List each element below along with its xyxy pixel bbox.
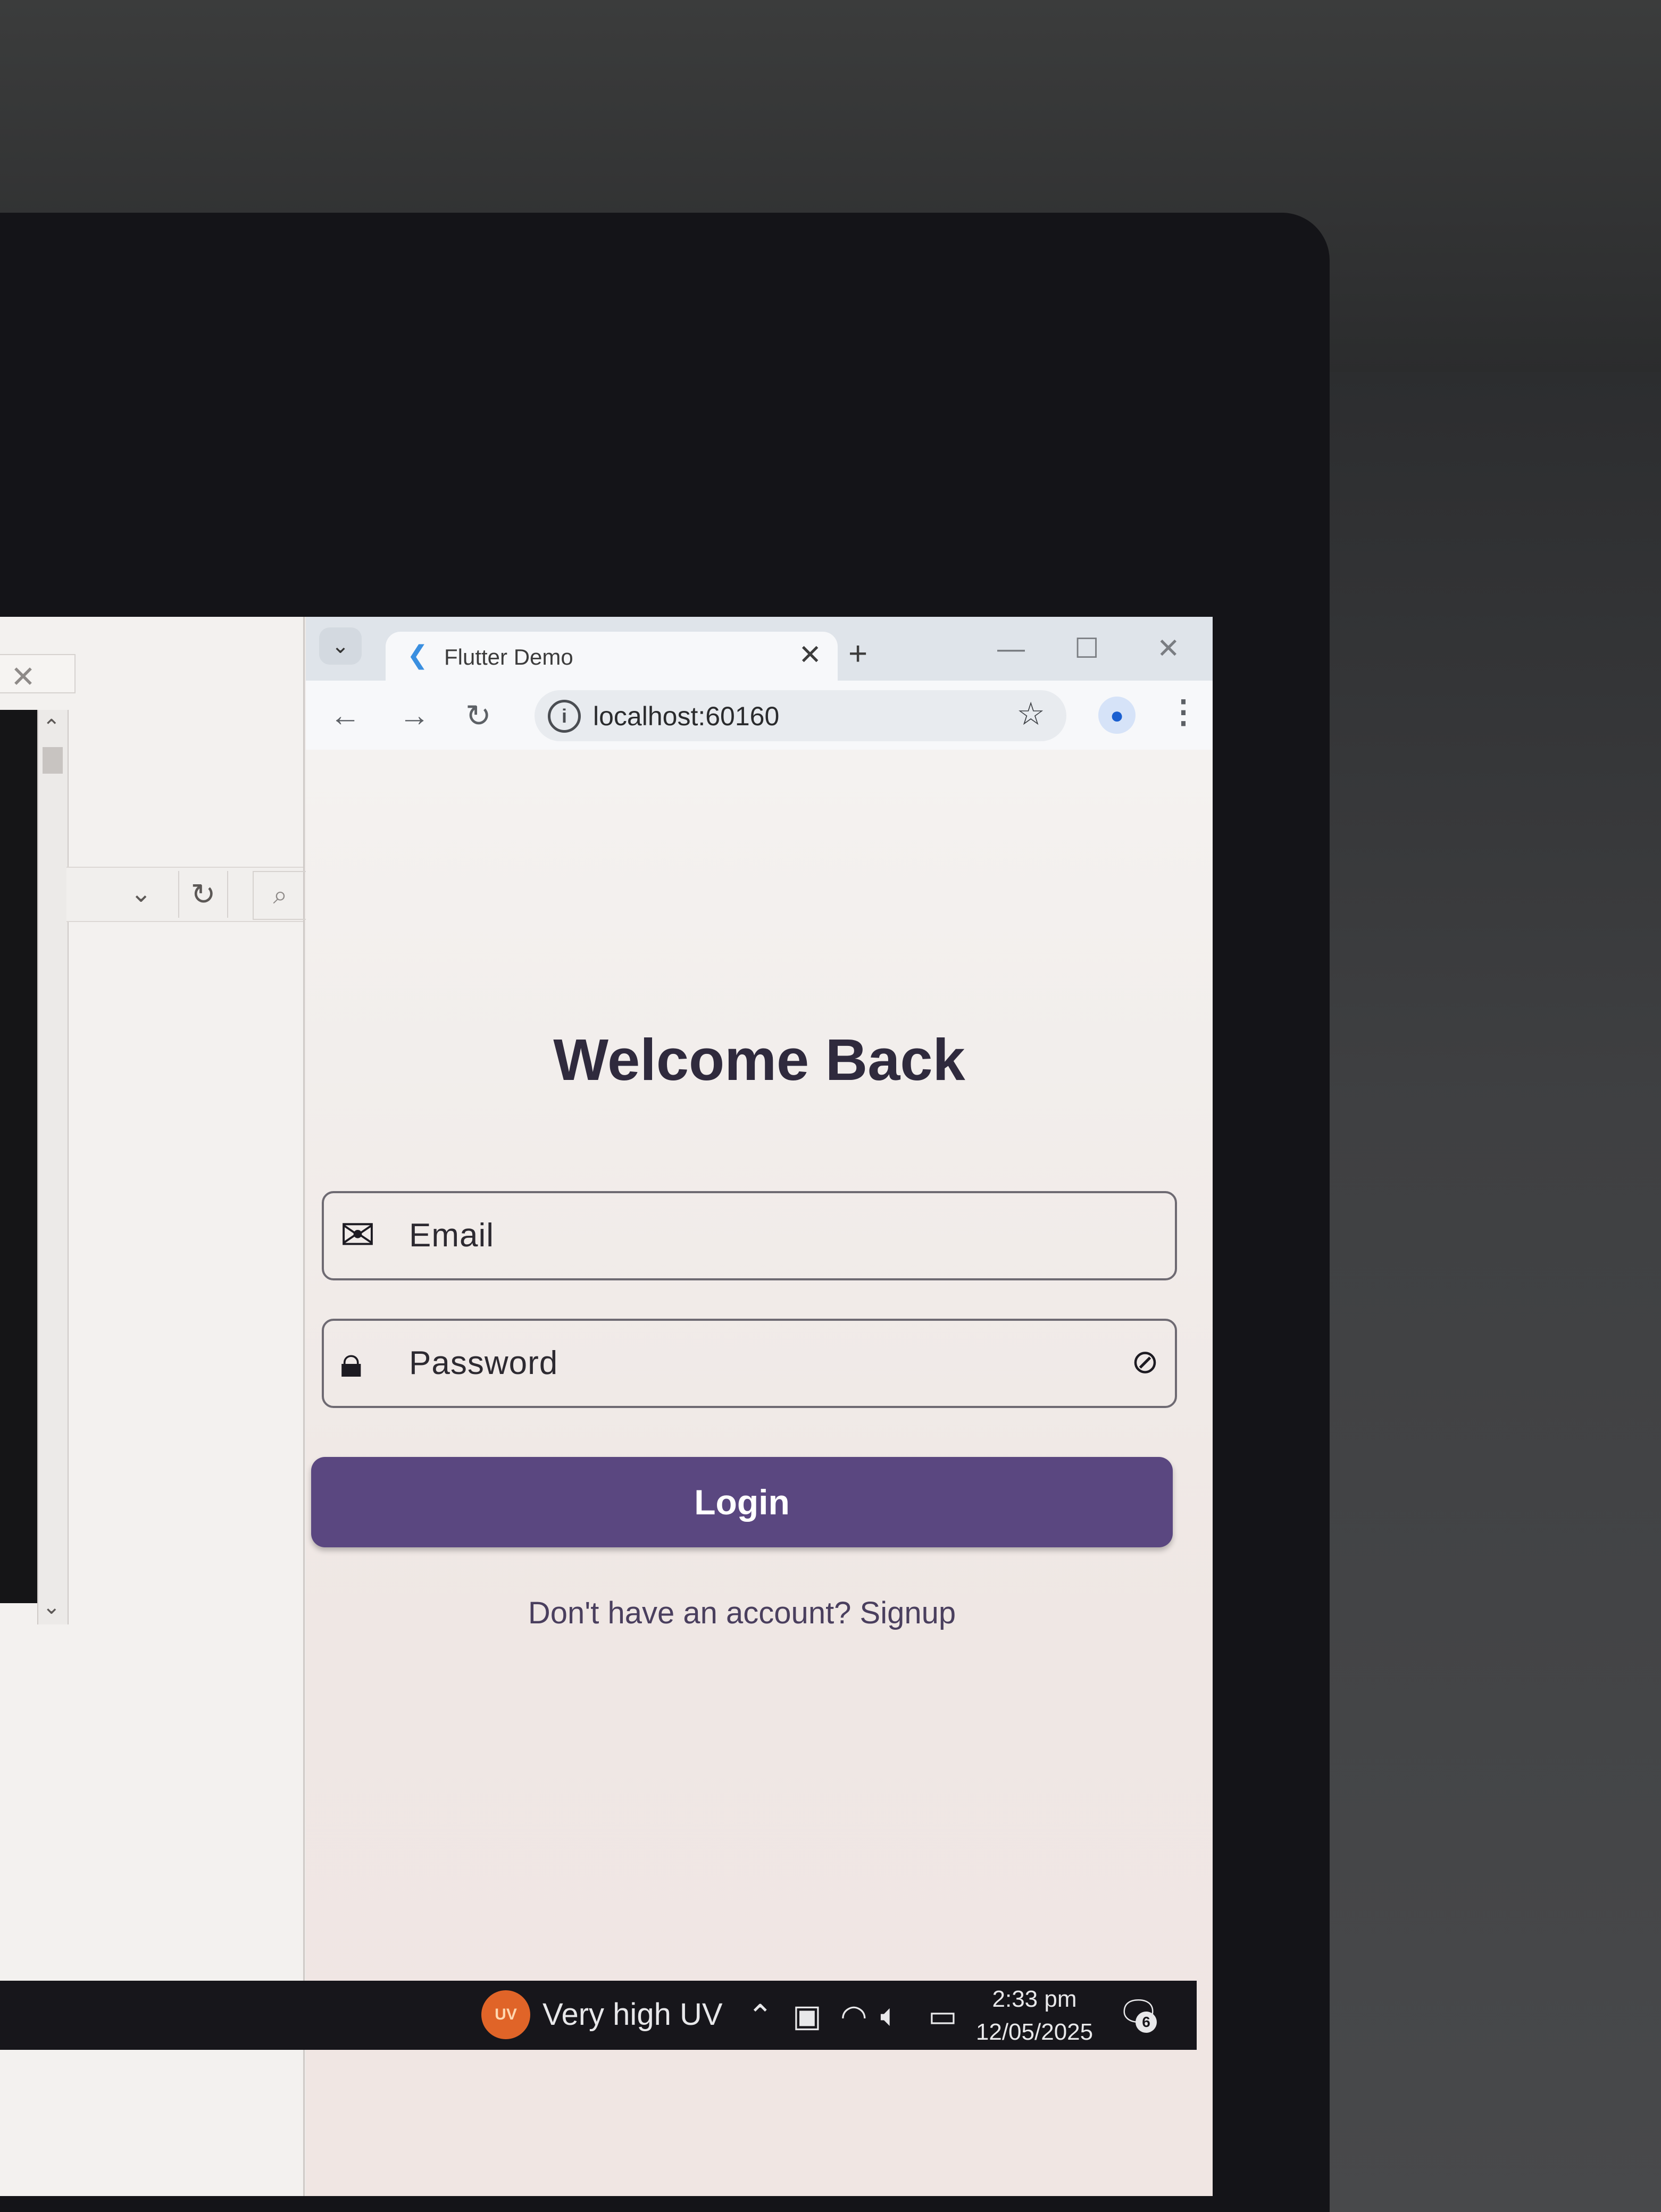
chevron-up-icon[interactable]: ⌃ xyxy=(747,1998,773,2034)
background-window-titlebar: ✕ xyxy=(0,654,76,693)
volume-icon[interactable]: 🔈︎ xyxy=(880,1998,899,2034)
email-field[interactable]: ✉ Email xyxy=(322,1191,1177,1280)
reload-icon[interactable]: ↻ xyxy=(465,698,491,734)
taskbar: UV Very high UV ⌃ ▣ ◠ 🔈︎ ▭ 2:33 pm 12/05… xyxy=(0,1981,1197,2050)
tab-flutter-demo[interactable]: ❮ Flutter Demo ✕ xyxy=(386,632,838,681)
app-tray-icon[interactable]: ▣ xyxy=(792,1998,822,2034)
background-desk xyxy=(1289,372,1661,2212)
url-text[interactable]: localhost:60160 xyxy=(593,701,779,732)
star-icon[interactable]: ☆ xyxy=(1016,696,1045,733)
browser-toolbar: ← → ↻ i localhost:60160 ☆ ● ⋮ xyxy=(306,681,1213,751)
background-window: ✕ ⌃ ⌄ ⌄ ↻ ⌕ xyxy=(0,617,308,2196)
minimize-icon[interactable]: — xyxy=(997,633,1025,665)
screen: ✕ ⌃ ⌄ ⌄ ↻ ⌕ ⌄ ❮ Flutter Demo ✕ + — ☐ ✕ ←… xyxy=(0,617,1213,2196)
address-bar[interactable]: i localhost:60160 ☆ xyxy=(535,690,1066,741)
email-placeholder: Email xyxy=(409,1217,495,1254)
background-window-scrollbar[interactable]: ⌃ ⌄ xyxy=(37,710,69,1624)
tab-search-button[interactable]: ⌄ xyxy=(319,627,362,665)
chevron-down-icon[interactable]: ⌄ xyxy=(130,878,152,908)
kebab-icon[interactable]: ⋮ xyxy=(1167,693,1199,731)
visibility-off-icon[interactable]: ⊘ xyxy=(1131,1342,1159,1381)
login-button[interactable]: Login xyxy=(311,1457,1173,1547)
chevron-down-icon: ⌄ xyxy=(331,634,349,658)
system-clock[interactable]: 2:33 pm 12/05/2025 xyxy=(973,1983,1096,2049)
page-content: Welcome Back ✉ Email 🔒︎ Password ⊘ Login… xyxy=(306,750,1213,2196)
profile-icon[interactable]: ● xyxy=(1098,697,1136,734)
search-icon[interactable]: ⌕ xyxy=(253,871,308,920)
weather-badge[interactable]: UV xyxy=(481,1990,530,2039)
tab-strip: ⌄ ❮ Flutter Demo ✕ + — ☐ ✕ xyxy=(306,617,1213,681)
scrollbar-thumb[interactable] xyxy=(43,747,63,774)
forward-icon[interactable]: → xyxy=(399,698,430,733)
page-title: Welcome Back xyxy=(553,1027,965,1093)
background-window-dark-panel xyxy=(0,710,37,1603)
close-window-icon[interactable]: ✕ xyxy=(1157,633,1180,665)
mail-icon: ✉ xyxy=(340,1211,376,1259)
flutter-icon: ❮ xyxy=(407,641,429,669)
lock-icon: 🔒︎ xyxy=(340,1338,363,1386)
clock-date: 12/05/2025 xyxy=(975,2019,1094,2045)
battery-icon[interactable]: ▭ xyxy=(928,1998,957,2034)
new-tab-button[interactable]: + xyxy=(848,635,867,673)
signup-link[interactable]: Don't have an account? Signup xyxy=(306,1595,1178,1631)
background-window-toolbar: ⌄ ↻ ⌕ xyxy=(66,867,308,922)
weather-text[interactable]: Very high UV xyxy=(542,1997,723,2032)
notification-count: 6 xyxy=(1136,2012,1157,2033)
back-icon[interactable]: ← xyxy=(330,698,361,733)
chevron-down-icon[interactable]: ⌄ xyxy=(43,1595,61,1619)
close-icon[interactable]: ✕ xyxy=(11,659,36,694)
wifi-icon[interactable]: ◠ xyxy=(840,1998,867,2034)
laptop-bezel: ✕ ⌃ ⌄ ⌄ ↻ ⌕ ⌄ ❮ Flutter Demo ✕ + — ☐ ✕ ←… xyxy=(0,213,1330,2212)
close-tab-icon[interactable]: ✕ xyxy=(798,639,822,671)
info-icon[interactable]: i xyxy=(548,700,581,733)
password-placeholder: Password xyxy=(409,1345,558,1381)
maximize-icon[interactable]: ☐ xyxy=(1074,633,1099,665)
browser-window: ⌄ ❮ Flutter Demo ✕ + — ☐ ✕ ← → ↻ i local… xyxy=(306,617,1213,2196)
password-field[interactable]: 🔒︎ Password ⊘ xyxy=(322,1319,1177,1408)
tab-title: Flutter Demo xyxy=(444,644,573,669)
refresh-icon[interactable]: ↻ xyxy=(178,871,228,918)
chevron-up-icon[interactable]: ⌃ xyxy=(43,715,61,740)
clock-time: 2:33 pm xyxy=(992,1986,1077,2012)
